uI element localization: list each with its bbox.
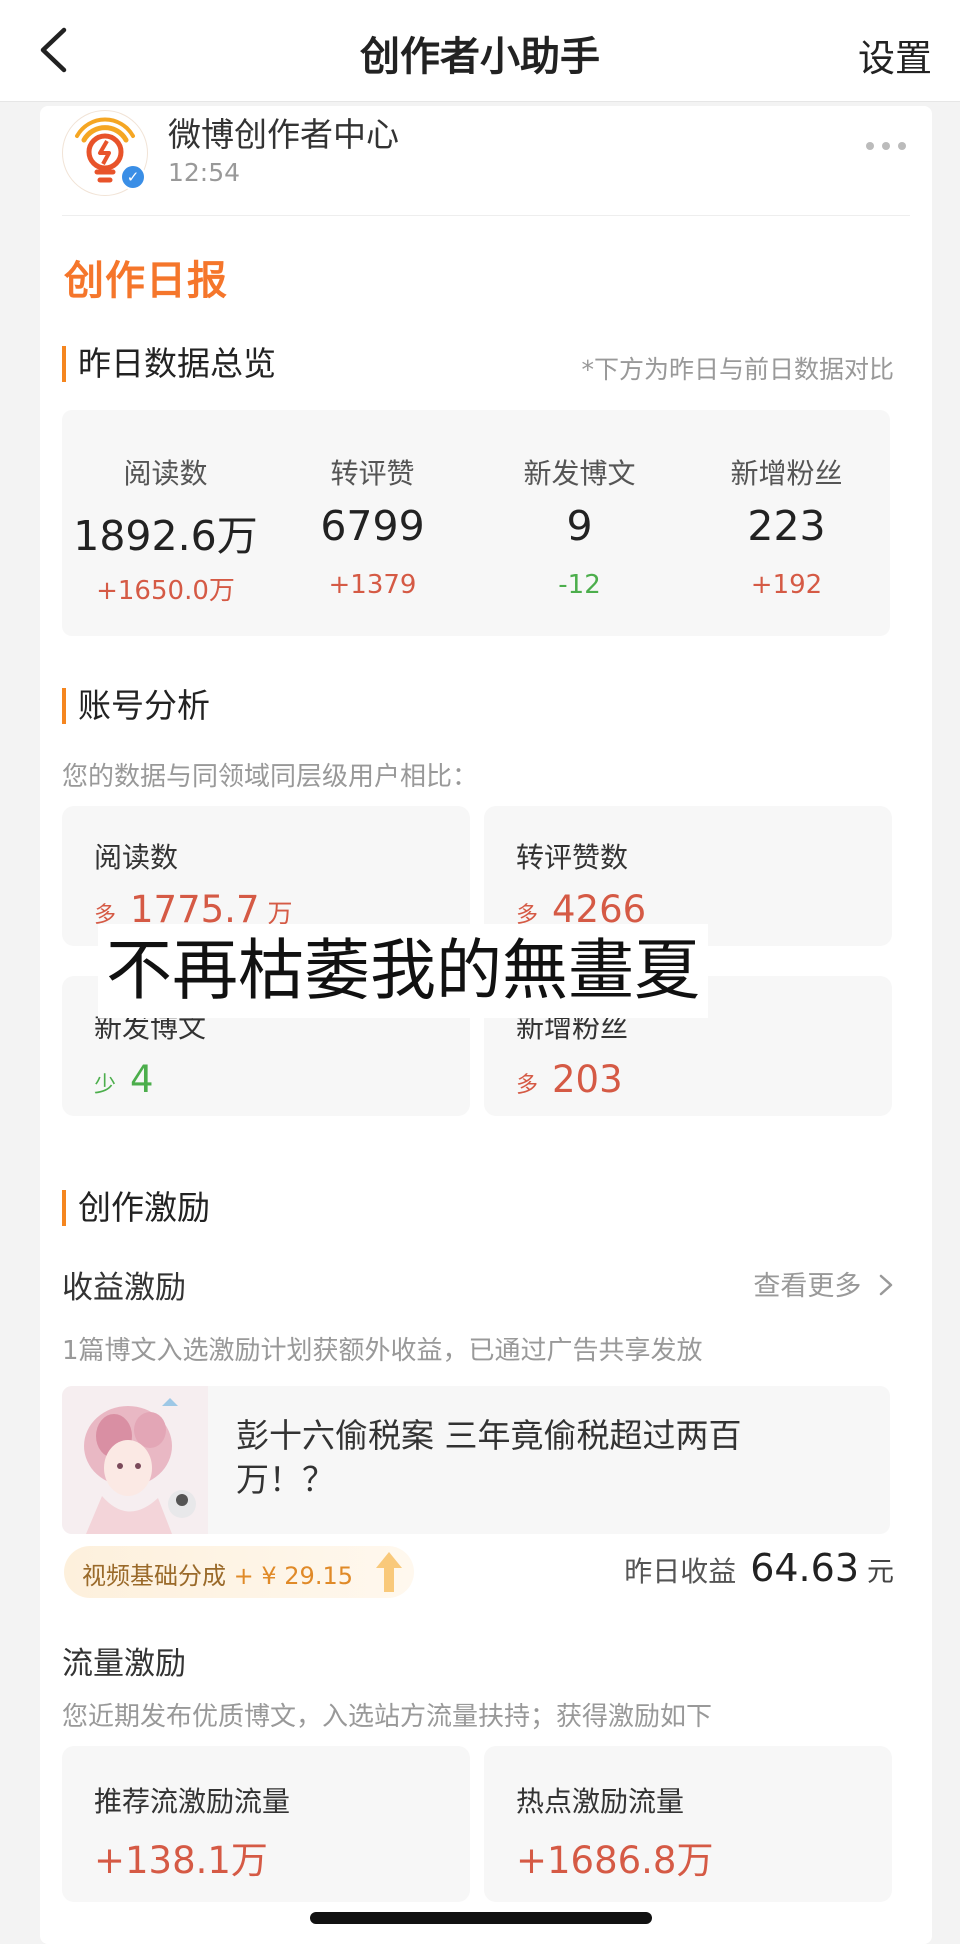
stat-delta: +192 xyxy=(750,570,823,600)
stat-delta: -12 xyxy=(558,570,601,600)
revenue-desc: 1篇博文入选激励计划获额外收益，已通过广告共享发放 xyxy=(62,1336,703,1366)
stat-value: 1892.6万 xyxy=(73,512,258,560)
daily-report-card: ✓ 微博创作者中心 12:54 创作日报 昨日数据总览 *下方为昨日与前日数据对… xyxy=(40,106,932,1944)
stat-delta: +1379 xyxy=(328,570,417,600)
video-revenue-badge: 视频基础分成 + ¥ 29.15 xyxy=(64,1546,414,1598)
home-indicator[interactable] xyxy=(310,1912,652,1924)
more-options-icon[interactable] xyxy=(866,142,906,150)
verified-badge-icon: ✓ xyxy=(120,164,146,190)
stat-label: 新发博文 xyxy=(523,457,636,490)
post-title: 彭十六偷税案 三年竟偷税超过两百万！？ xyxy=(236,1416,742,1499)
post-time: 12:54 xyxy=(168,158,241,187)
account-header: ✓ 微博创作者中心 12:54 xyxy=(62,106,910,216)
post-thumbnail xyxy=(62,1386,208,1534)
badge-label: 视频基础分成 xyxy=(82,1562,226,1590)
overview-title: 昨日数据总览 xyxy=(62,346,276,382)
stat-reads: 阅读数 1892.6万 +1650.0万 xyxy=(62,410,269,636)
yesterday-earnings: 昨日收益 64.63 元 xyxy=(624,1546,894,1590)
stat-value: 9 xyxy=(566,502,593,550)
stat-delta: +1650.0万 xyxy=(96,576,235,606)
stat-new-posts: 新发博文 9 -12 xyxy=(476,410,683,636)
stat-label: 新增粉丝 xyxy=(730,457,843,490)
chevron-right-icon xyxy=(879,1274,893,1296)
incentive-title: 创作激励 xyxy=(62,1190,210,1226)
analysis-title: 账号分析 xyxy=(62,688,210,724)
badge-amount: + ¥ 29.15 xyxy=(233,1562,353,1590)
overview-stats: 阅读数 1892.6万 +1650.0万 转评赞 6799 +1379 新发博文… xyxy=(62,410,890,636)
stat-new-followers: 新增粉丝 223 +192 xyxy=(683,410,890,636)
analysis-desc: 您的数据与同领域同层级用户相比： xyxy=(62,762,479,792)
analysis-value: 4 xyxy=(130,1058,154,1101)
earnings-label: 昨日收益 xyxy=(624,1555,737,1588)
compare-tag: 多 xyxy=(516,1073,539,1098)
traffic-title: 流量激励 xyxy=(62,1646,186,1682)
traffic-hot: 热点激励流量 +1686.8万 xyxy=(484,1746,892,1902)
stat-value: 6799 xyxy=(320,502,425,550)
account-name[interactable]: 微博创作者中心 xyxy=(168,108,399,156)
earnings-unit: 元 xyxy=(867,1557,894,1588)
stat-label: 转评赞 xyxy=(330,457,415,490)
traffic-desc: 您近期发布优质博文，入选站方流量扶持；获得激励如下 xyxy=(62,1702,713,1732)
page-title: 创作者小助手 xyxy=(360,34,600,80)
analysis-label: 转评赞数 xyxy=(516,841,629,874)
earnings-value: 64.63 xyxy=(750,1546,859,1590)
settings-button[interactable]: 设置 xyxy=(858,28,932,82)
stat-label: 阅读数 xyxy=(123,457,208,490)
see-more-label: 查看更多 xyxy=(753,1271,862,1302)
traffic-label: 热点激励流量 xyxy=(516,1785,685,1818)
caption-overlay: 不再枯萎我的無畫夏 xyxy=(98,924,708,1018)
overview-note: *下方为昨日与前日数据对比 xyxy=(581,355,894,384)
arrow-up-icon xyxy=(376,1552,402,1592)
nav-bar: 创作者小助手 设置 xyxy=(0,0,960,102)
analysis-label: 阅读数 xyxy=(94,841,179,874)
revenue-title: 收益激励 xyxy=(62,1270,186,1306)
analysis-value: 203 xyxy=(552,1058,623,1101)
incentive-post[interactable]: 彭十六偷税案 三年竟偷税超过两百万！？ xyxy=(62,1386,890,1534)
traffic-value: +138.1万 xyxy=(94,1839,268,1882)
analysis-value-row: 多 203 xyxy=(516,1058,623,1101)
traffic-recommend: 推荐流激励流量 +138.1万 xyxy=(62,1746,470,1902)
traffic-value: +1686.8万 xyxy=(516,1839,714,1882)
stat-value: 223 xyxy=(747,502,826,550)
stat-engagement: 转评赞 6799 +1379 xyxy=(269,410,476,636)
see-more-link[interactable]: 查看更多 xyxy=(753,1264,894,1303)
analysis-value-row: 少 4 xyxy=(94,1058,154,1101)
traffic-label: 推荐流激励流量 xyxy=(94,1785,291,1818)
report-title: 创作日报 xyxy=(64,258,228,304)
badge-text: 视频基础分成 + ¥ 29.15 xyxy=(82,1556,353,1591)
compare-tag: 少 xyxy=(94,1073,117,1098)
